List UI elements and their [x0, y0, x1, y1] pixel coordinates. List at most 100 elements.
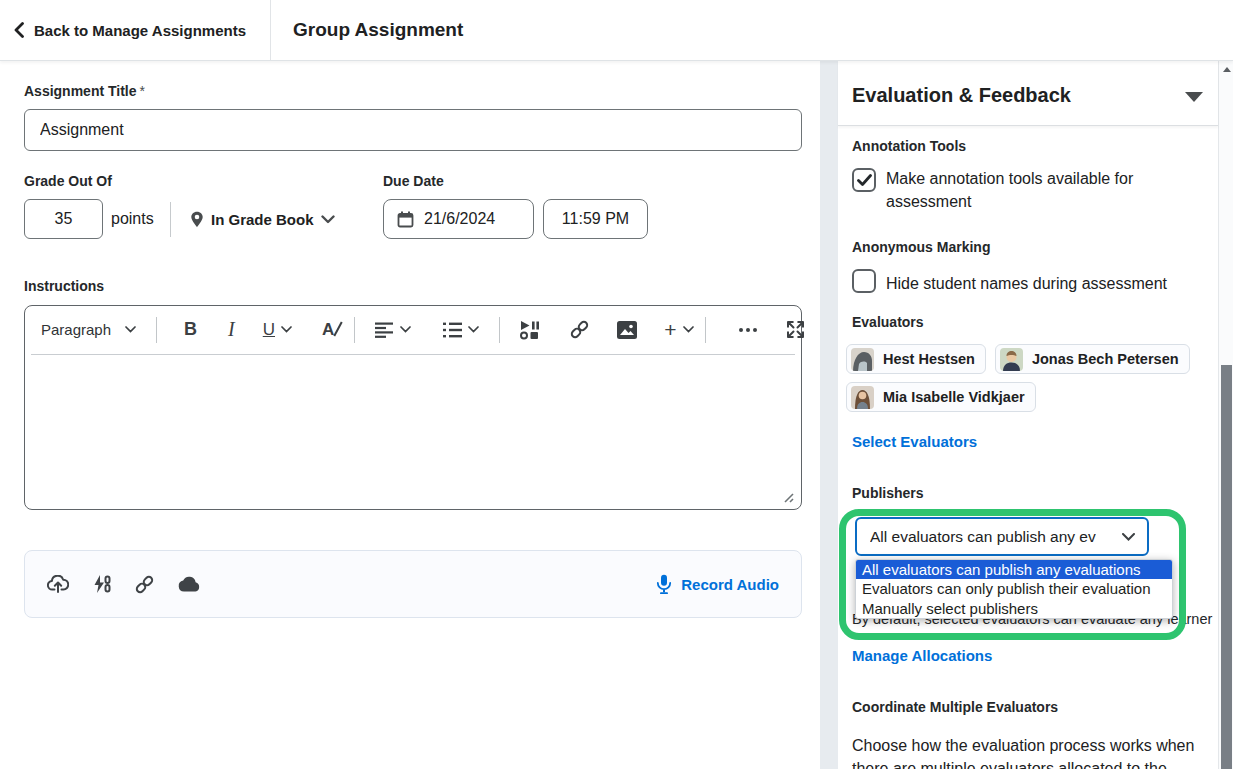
editor-toolbar: Paragraph B I U A [25, 306, 801, 353]
existing-activity-icon[interactable] [92, 574, 111, 594]
chevron-down-icon [321, 215, 335, 224]
list-dropdown[interactable] [432, 313, 490, 347]
coordinate-evaluators-text: Choose how the evaluation process works … [852, 734, 1206, 769]
content-gutter [820, 61, 838, 769]
fullscreen-icon [786, 320, 805, 339]
scrollbar-thumb[interactable] [1221, 365, 1232, 769]
coordinate-evaluators-label: Coordinate Multiple Evaluators [852, 699, 1058, 715]
insert-stuff-button[interactable] [509, 313, 551, 347]
anonymous-marking-label: Anonymous Marking [852, 239, 990, 255]
chevron-down-icon [400, 326, 411, 333]
back-label: Back to Manage Assignments [34, 22, 246, 39]
in-grade-book-label: In Grade Book [211, 211, 314, 228]
more-actions-button[interactable] [727, 313, 769, 347]
evaluation-feedback-panel: Evaluation & Feedback Annotation Tools M… [838, 61, 1218, 769]
option-all-evaluators[interactable]: All evaluators can publish any evaluatio… [856, 560, 1172, 579]
bold-button[interactable]: B [173, 313, 208, 347]
assignment-title-label: Assignment Title* [24, 83, 145, 99]
resize-handle-icon[interactable] [781, 490, 794, 503]
publishers-select[interactable]: All evaluators can publish any ev [855, 517, 1149, 556]
publishers-select-value: All evaluators can publish any ev [870, 528, 1096, 546]
record-audio-button[interactable]: Record Audio [656, 574, 779, 595]
record-audio-label: Record Audio [681, 576, 779, 593]
top-bar: Back to Manage Assignments Group Assignm… [0, 0, 1233, 61]
instructions-editor[interactable]: Paragraph B I U A [24, 305, 802, 510]
anonymous-marking-checkbox[interactable] [852, 269, 876, 293]
upload-file-icon[interactable] [47, 575, 69, 594]
checkmark-icon [857, 174, 872, 187]
avatar [851, 386, 874, 409]
insert-image-button[interactable] [606, 313, 648, 347]
font-color-button[interactable]: A [311, 313, 345, 347]
alignment-dropdown[interactable] [364, 313, 422, 347]
annotation-checkbox-label: Make annotation tools available for asse… [886, 167, 1196, 213]
back-to-manage-assignments-link[interactable]: Back to Manage Assignments [14, 0, 246, 60]
microphone-icon [656, 574, 672, 595]
list-icon [443, 322, 462, 338]
scroll-up-arrow-icon[interactable] [1223, 67, 1231, 72]
avatar [851, 348, 874, 371]
evaluator-name: Mia Isabelle Vidkjaer [883, 389, 1025, 405]
insert-link-button[interactable] [558, 313, 601, 347]
attachments-bar: Record Audio [24, 550, 802, 618]
due-date-value: 21/6/2024 [424, 210, 495, 228]
fullscreen-button[interactable] [775, 313, 807, 347]
calendar-icon [397, 211, 414, 228]
anonymous-checkbox-label: Hide student names during assessment [886, 272, 1216, 295]
due-time-value: 11:59 PM [562, 210, 629, 228]
evaluator-name: Jonas Bech Petersen [1032, 351, 1179, 367]
chevron-left-icon [14, 22, 24, 38]
attach-link-icon[interactable] [134, 574, 155, 595]
points-label: points [111, 199, 154, 239]
publishers-option-list: All evaluators can publish any evaluatio… [855, 559, 1173, 619]
toolbar-divider [705, 317, 706, 343]
toolbar-divider [156, 317, 157, 343]
assignment-title-input[interactable] [24, 109, 802, 151]
grade-out-of-label: Grade Out Of [24, 173, 112, 189]
manage-allocations-link[interactable]: Manage Allocations [852, 647, 992, 664]
link-icon [569, 319, 590, 340]
due-time-input[interactable]: 11:59 PM [543, 199, 648, 239]
scrollbar[interactable] [1218, 61, 1233, 769]
paragraph-style-dropdown[interactable]: Paragraph [41, 313, 147, 347]
due-date-input[interactable]: 21/6/2024 [383, 199, 534, 239]
cloud-storage-icon[interactable] [178, 576, 201, 592]
paragraph-style-label: Paragraph [41, 321, 111, 338]
avatar [1000, 348, 1023, 371]
chevron-down-icon [683, 326, 694, 333]
evaluators-label: Evaluators [852, 314, 924, 330]
evaluator-chip[interactable]: Hest Hestsen [846, 344, 986, 374]
instructions-label: Instructions [24, 278, 104, 294]
toolbar-divider [499, 317, 500, 343]
underline-dropdown[interactable]: U [252, 313, 303, 347]
editor-content-area[interactable] [25, 353, 801, 503]
evaluator-chip[interactable]: Jonas Bech Petersen [995, 344, 1190, 374]
topbar-divider [270, 0, 271, 60]
select-evaluators-link[interactable]: Select Evaluators [852, 433, 977, 450]
option-manually-select[interactable]: Manually select publishers [856, 599, 1172, 618]
publishers-label: Publishers [852, 485, 924, 501]
grade-value-input[interactable]: 35 [24, 199, 103, 239]
italic-button[interactable]: I [217, 313, 246, 347]
ellipsis-icon [738, 327, 758, 333]
chevron-down-icon [468, 326, 479, 333]
chevron-down-icon [1122, 533, 1135, 541]
chevron-down-icon [125, 326, 136, 333]
toolbar-separator [31, 354, 795, 355]
evaluator-chips: Hest Hestsen Jonas Bech Petersen Mia Isa… [846, 344, 1218, 412]
evaluator-chip[interactable]: Mia Isabelle Vidkjaer [846, 382, 1036, 412]
in-grade-book-button[interactable]: In Grade Book [190, 199, 335, 239]
grade-divider [170, 202, 171, 237]
collapse-panel-icon[interactable] [1185, 92, 1203, 102]
annotation-tools-checkbox[interactable] [852, 168, 876, 192]
align-icon [375, 322, 394, 338]
evaluator-name: Hest Hestsen [883, 351, 975, 367]
annotation-tools-label: Annotation Tools [852, 138, 966, 154]
location-pin-icon [190, 211, 204, 228]
insert-stuff-icon [520, 320, 540, 340]
insert-more-dropdown[interactable]: + [653, 313, 704, 347]
image-icon [617, 321, 637, 339]
toolbar-divider [354, 317, 355, 343]
option-own-evaluations[interactable]: Evaluators can only publish their evalua… [856, 579, 1172, 598]
panel-header: Evaluation & Feedback [838, 61, 1218, 126]
